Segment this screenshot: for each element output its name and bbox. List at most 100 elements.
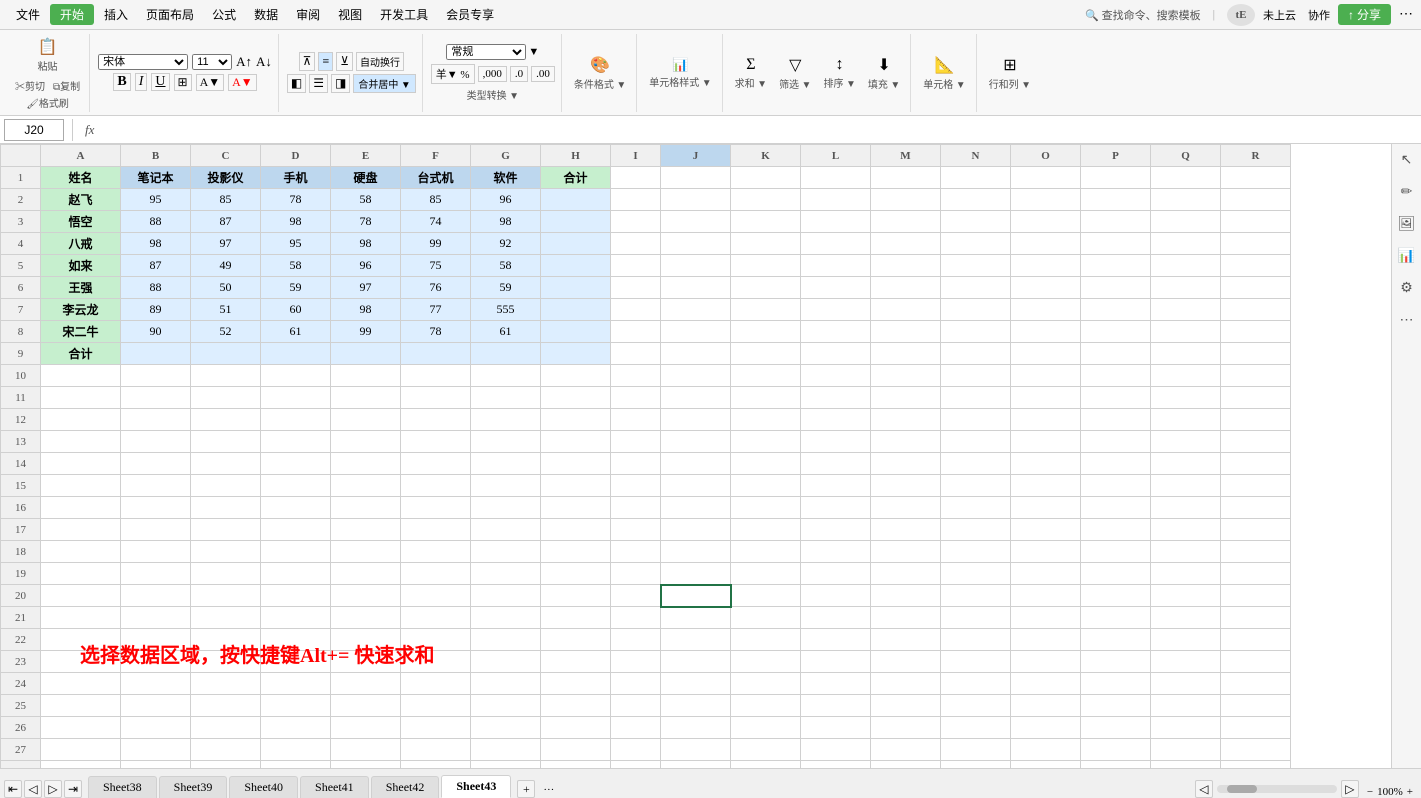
number-format-select[interactable]: 常规 — [446, 44, 526, 60]
table-cell[interactable] — [801, 651, 871, 673]
table-cell[interactable] — [871, 211, 941, 233]
table-cell[interactable] — [471, 629, 541, 651]
table-cell[interactable] — [611, 607, 661, 629]
table-cell[interactable]: 98 — [331, 299, 401, 321]
table-cell[interactable]: 58 — [331, 189, 401, 211]
table-cell[interactable] — [731, 761, 801, 769]
table-cell[interactable] — [1011, 607, 1081, 629]
table-cell[interactable] — [1151, 453, 1221, 475]
row-header-9[interactable]: 9 — [1, 343, 41, 365]
share-button[interactable]: ↑ 分享 — [1338, 4, 1391, 25]
table-cell[interactable] — [191, 717, 261, 739]
table-cell[interactable] — [801, 453, 871, 475]
table-cell[interactable]: 59 — [471, 277, 541, 299]
table-cell[interactable]: 手机 — [261, 167, 331, 189]
table-cell[interactable] — [121, 387, 191, 409]
table-cell[interactable] — [661, 255, 731, 277]
table-cell[interactable] — [541, 453, 611, 475]
table-cell[interactable] — [1221, 519, 1291, 541]
table-cell[interactable] — [401, 453, 471, 475]
table-cell[interactable] — [1151, 497, 1221, 519]
table-cell[interactable] — [731, 255, 801, 277]
col-header-N[interactable]: N — [941, 145, 1011, 167]
table-cell[interactable] — [731, 365, 801, 387]
table-cell[interactable] — [1011, 387, 1081, 409]
table-cell[interactable] — [541, 717, 611, 739]
table-cell[interactable]: 97 — [191, 233, 261, 255]
table-cell[interactable] — [541, 563, 611, 585]
table-cell[interactable] — [1081, 343, 1151, 365]
table-cell[interactable] — [1011, 343, 1081, 365]
table-cell[interactable] — [661, 453, 731, 475]
table-cell[interactable] — [1011, 563, 1081, 585]
col-header-M[interactable]: M — [871, 145, 941, 167]
table-cell[interactable] — [401, 739, 471, 761]
table-cell[interactable] — [541, 409, 611, 431]
table-cell[interactable] — [1151, 695, 1221, 717]
table-cell[interactable] — [1151, 233, 1221, 255]
table-cell[interactable] — [261, 739, 331, 761]
col-header-O[interactable]: O — [1011, 145, 1081, 167]
table-cell[interactable] — [801, 321, 871, 343]
font-size-decrease[interactable]: A↓ — [256, 54, 272, 70]
table-cell[interactable] — [41, 585, 121, 607]
sheet-tab-39[interactable]: Sheet39 — [159, 776, 228, 798]
table-cell[interactable] — [541, 541, 611, 563]
table-cell[interactable]: 软件 — [471, 167, 541, 189]
table-cell[interactable] — [941, 475, 1011, 497]
table-cell[interactable] — [1011, 475, 1081, 497]
sidebar-edit-icon[interactable]: ✏ — [1395, 180, 1419, 204]
table-cell[interactable] — [801, 541, 871, 563]
table-cell[interactable] — [661, 321, 731, 343]
table-cell[interactable]: 98 — [331, 233, 401, 255]
table-cell[interactable] — [41, 387, 121, 409]
table-cell[interactable] — [331, 717, 401, 739]
table-cell[interactable]: 李云龙 — [41, 299, 121, 321]
table-cell[interactable] — [871, 365, 941, 387]
table-cell[interactable]: 87 — [121, 255, 191, 277]
table-cell[interactable] — [401, 497, 471, 519]
font-size-increase[interactable]: A↑ — [236, 54, 252, 70]
table-cell[interactable] — [871, 409, 941, 431]
thousands-btn[interactable]: ,000 — [478, 66, 507, 82]
table-cell[interactable] — [41, 673, 121, 695]
table-cell[interactable] — [801, 629, 871, 651]
table-cell[interactable] — [871, 629, 941, 651]
table-cell[interactable] — [541, 321, 611, 343]
table-cell[interactable] — [191, 607, 261, 629]
table-cell[interactable] — [871, 695, 941, 717]
table-cell[interactable] — [801, 387, 871, 409]
table-cell[interactable] — [1011, 541, 1081, 563]
table-cell[interactable] — [731, 321, 801, 343]
table-cell[interactable] — [731, 695, 801, 717]
table-cell[interactable]: 如来 — [41, 255, 121, 277]
table-cell[interactable] — [191, 739, 261, 761]
table-cell[interactable]: 98 — [261, 211, 331, 233]
table-cell[interactable] — [1221, 211, 1291, 233]
sidebar-cursor-icon[interactable]: ↖ — [1395, 148, 1419, 172]
sum-btn[interactable]: Σ 求和 ▼ — [731, 54, 771, 92]
table-cell[interactable] — [41, 453, 121, 475]
table-cell[interactable] — [1151, 387, 1221, 409]
table-cell[interactable]: 合计 — [41, 343, 121, 365]
table-cell[interactable]: 61 — [261, 321, 331, 343]
table-cell[interactable] — [941, 431, 1011, 453]
row-header-12[interactable]: 12 — [1, 409, 41, 431]
table-cell[interactable] — [471, 607, 541, 629]
table-cell[interactable] — [1221, 497, 1291, 519]
sheet-tab-38[interactable]: Sheet38 — [88, 776, 157, 798]
table-cell[interactable] — [661, 365, 731, 387]
tab-prev-btn[interactable]: ◁ — [24, 780, 42, 798]
row-header-18[interactable]: 18 — [1, 541, 41, 563]
table-cell[interactable] — [871, 739, 941, 761]
table-cell[interactable] — [471, 695, 541, 717]
table-cell[interactable]: 八戒 — [41, 233, 121, 255]
table-cell[interactable] — [871, 651, 941, 673]
table-cell[interactable] — [1011, 233, 1081, 255]
table-cell[interactable] — [941, 365, 1011, 387]
cell-style-btn[interactable]: 📊 单元格样式 ▼ — [645, 55, 715, 91]
table-cell[interactable] — [871, 321, 941, 343]
conditional-format-btn[interactable]: 🎨 条件格式 ▼ — [570, 53, 630, 93]
format-brush-btn[interactable]: 🖌格式刷 — [23, 94, 72, 111]
more-sheets-btn[interactable]: ··· — [535, 782, 562, 798]
